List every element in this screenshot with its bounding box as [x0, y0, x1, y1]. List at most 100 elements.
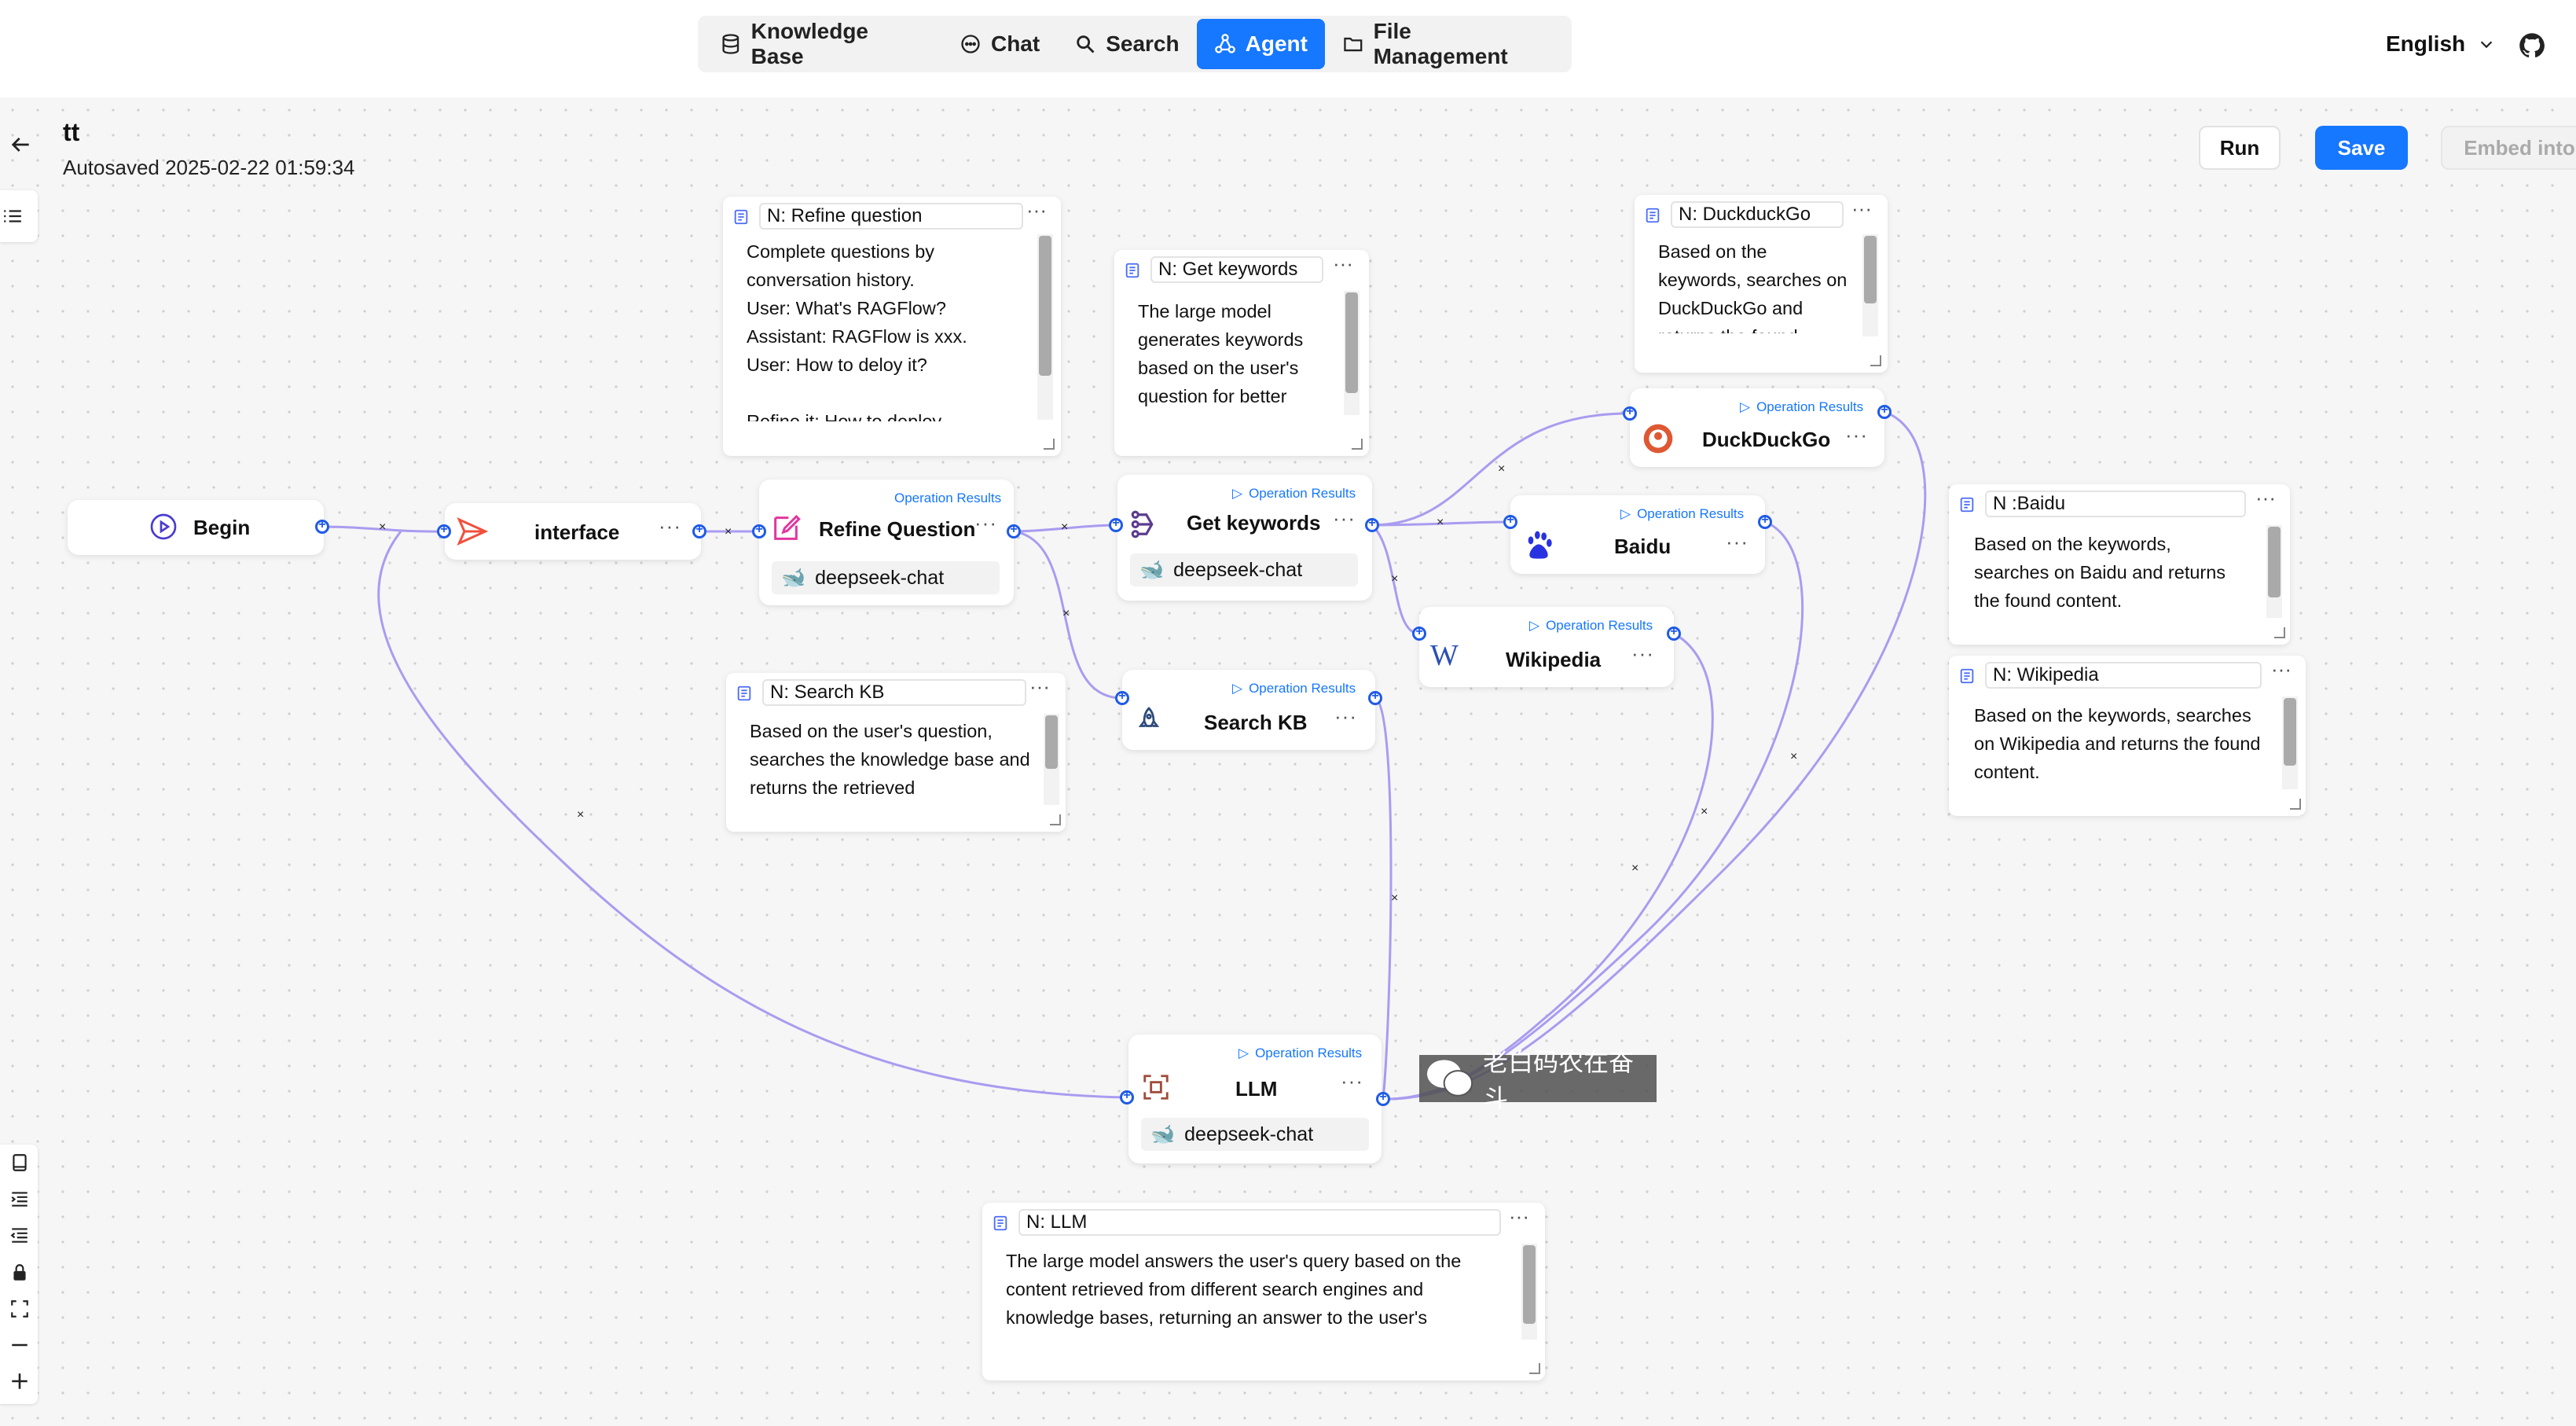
- note-title[interactable]: N: Get keywords: [1150, 256, 1323, 283]
- more-options-icon[interactable]: ···: [1334, 704, 1357, 729]
- node-interface[interactable]: interface ···: [445, 503, 701, 560]
- node-output-handle[interactable]: [1365, 516, 1379, 532]
- node-input-handle[interactable]: [1115, 689, 1129, 705]
- zoom-in-icon[interactable]: [9, 1371, 30, 1391]
- node-llm[interactable]: ▷ Operation Results LLM ··· 🐋 deepseek-cha…: [1128, 1035, 1382, 1163]
- note-scroll-thumb[interactable]: [1039, 236, 1051, 376]
- resize-handle-icon[interactable]: [1529, 1363, 1540, 1374]
- note-scroll-thumb[interactable]: [2268, 527, 2281, 597]
- note-title[interactable]: N: Search KB: [762, 679, 1026, 706]
- operation-results-link[interactable]: ▷ Operation Results: [1232, 681, 1356, 696]
- edge-delete-mark[interactable]: ×: [1062, 607, 1070, 621]
- more-options-icon[interactable]: ···: [1726, 530, 1749, 554]
- note-title[interactable]: N: Refine question: [759, 203, 1023, 230]
- note-body[interactable]: The large model answers the user's query…: [1006, 1247, 1485, 1336]
- edge-delete-mark[interactable]: ×: [1631, 862, 1638, 876]
- operation-results-link[interactable]: ▷ Operation Results: [1620, 506, 1744, 522]
- more-options-icon[interactable]: ···: [2271, 657, 2292, 682]
- note-scroll-thumb[interactable]: [1045, 715, 1058, 769]
- more-options-icon[interactable]: ···: [1341, 1069, 1363, 1093]
- note-body[interactable]: Based on the user's question, searches t…: [750, 717, 1036, 803]
- more-options-icon[interactable]: ···: [1845, 423, 1868, 447]
- node-search-kb[interactable]: ▷ Operation Results Search KB ···: [1122, 670, 1375, 750]
- resize-handle-icon[interactable]: [1050, 814, 1061, 825]
- more-options-icon[interactable]: ···: [1509, 1204, 1529, 1229]
- resize-handle-icon[interactable]: [1870, 355, 1881, 366]
- node-output-handle[interactable]: [1376, 1090, 1390, 1106]
- node-input-handle[interactable]: [1109, 516, 1123, 532]
- node-input-handle[interactable]: [1503, 513, 1517, 529]
- list-indent-icon[interactable]: [9, 1189, 30, 1209]
- note-wikipedia[interactable]: N: Wikipedia ··· Based on the keywords, …: [1949, 656, 2306, 816]
- node-output-handle[interactable]: [315, 518, 329, 534]
- node-get-keywords[interactable]: ▷ Operation Results Get keywords ··· 🐋 dee…: [1117, 475, 1372, 601]
- note-title[interactable]: N :Baidu: [1985, 491, 2246, 517]
- more-options-icon[interactable]: ···: [659, 514, 681, 538]
- note-refine-question[interactable]: N: Refine question ··· Complete question…: [723, 197, 1061, 456]
- more-options-icon[interactable]: ···: [1333, 506, 1356, 531]
- more-options-icon[interactable]: ···: [2255, 486, 2276, 510]
- note-get-keywords[interactable]: N: Get keywords ··· The large model gene…: [1114, 250, 1369, 456]
- operation-results-link[interactable]: ▷ Operation Results: [1529, 618, 1653, 634]
- edge-delete-mark[interactable]: ×: [1391, 572, 1398, 586]
- note-body[interactable]: Based on the keywords, searches on Wikip…: [1974, 701, 2273, 788]
- note-body[interactable]: Based on the keywords, searches on Baidu…: [1974, 530, 2246, 616]
- operation-results-link[interactable]: ▷ Operation Results: [1740, 399, 1863, 415]
- node-output-handle[interactable]: [1368, 689, 1382, 705]
- node-duckduckgo[interactable]: ▷ Operation Results DuckDuckGo ···: [1630, 388, 1884, 467]
- node-refine-question[interactable]: Operation Results Refine Question ··· 🐋 d…: [759, 480, 1014, 605]
- zoom-out-icon[interactable]: [9, 1335, 30, 1355]
- node-output-handle[interactable]: [1877, 403, 1892, 419]
- lock-icon[interactable]: [9, 1262, 30, 1283]
- fit-view-icon[interactable]: [9, 1299, 30, 1319]
- note-search-kb[interactable]: N: Search KB ··· Based on the user's que…: [726, 673, 1066, 832]
- edge-delete-mark[interactable]: ×: [1391, 891, 1398, 906]
- node-input-handle[interactable]: [1623, 405, 1637, 421]
- node-input-handle[interactable]: [1412, 625, 1426, 641]
- resize-handle-icon[interactable]: [1044, 439, 1055, 450]
- note-body[interactable]: Complete questions by conversation histo…: [747, 237, 1029, 421]
- node-input-handle[interactable]: [752, 523, 766, 538]
- node-wikipedia[interactable]: ▷ Operation Results W Wikipedia ···: [1419, 607, 1674, 687]
- note-scroll-thumb[interactable]: [1523, 1245, 1536, 1324]
- edge-delete-mark[interactable]: ×: [577, 808, 584, 822]
- edge-delete-mark[interactable]: ×: [1790, 750, 1797, 764]
- edge-delete-mark[interactable]: ×: [725, 525, 732, 539]
- more-options-icon[interactable]: ···: [1026, 198, 1047, 222]
- resize-handle-icon[interactable]: [2274, 627, 2285, 638]
- node-input-handle[interactable]: [437, 523, 451, 538]
- edge-delete-mark[interactable]: ×: [379, 520, 386, 535]
- note-scroll-thumb[interactable]: [1864, 236, 1877, 303]
- note-title[interactable]: N: LLM: [1018, 1209, 1501, 1236]
- node-output-handle[interactable]: [1758, 513, 1772, 529]
- edge-delete-mark[interactable]: ×: [1701, 805, 1708, 819]
- more-options-icon[interactable]: ···: [1029, 674, 1050, 699]
- edge-wikipedia-llm[interactable]: [1382, 632, 1714, 1101]
- list-outdent-icon[interactable]: [9, 1225, 30, 1245]
- more-options-icon[interactable]: ···: [1333, 252, 1353, 276]
- note-title[interactable]: N: Wikipedia: [1985, 662, 2262, 689]
- resize-handle-icon[interactable]: [2290, 799, 2301, 810]
- note-llm[interactable]: N: LLM ··· The large model answers the u…: [982, 1203, 1545, 1380]
- more-options-icon[interactable]: ···: [1851, 197, 1872, 221]
- note-body[interactable]: Based on the keywords, searches on DuckD…: [1658, 237, 1855, 333]
- more-options-icon[interactable]: ···: [974, 511, 997, 535]
- note-baidu[interactable]: N :Baidu ··· Based on the keywords, sear…: [1949, 484, 2290, 645]
- note-title[interactable]: N: DuckduckGo: [1671, 201, 1844, 228]
- operation-results-link[interactable]: ▷ Operation Results: [1238, 1046, 1362, 1061]
- note-scroll-thumb[interactable]: [2284, 698, 2296, 766]
- node-output-handle[interactable]: [1007, 523, 1021, 538]
- notebook-icon[interactable]: [9, 1152, 30, 1173]
- node-output-handle[interactable]: [692, 523, 706, 538]
- edge-delete-mark[interactable]: ×: [1437, 516, 1444, 530]
- edge-delete-mark[interactable]: ×: [1498, 462, 1505, 476]
- operation-results-link[interactable]: Operation Results: [894, 491, 1001, 506]
- note-scroll-thumb[interactable]: [1345, 292, 1358, 393]
- node-output-handle[interactable]: [1667, 625, 1681, 641]
- more-options-icon[interactable]: ···: [1631, 641, 1654, 666]
- resize-handle-icon[interactable]: [1352, 439, 1363, 450]
- note-duckduckgo[interactable]: N: DuckduckGo ··· Based on the keywords,…: [1635, 195, 1888, 373]
- edge-delete-mark[interactable]: ×: [1061, 520, 1068, 535]
- note-body[interactable]: The large model generates keywords based…: [1138, 297, 1334, 413]
- node-input-handle[interactable]: [1120, 1089, 1134, 1104]
